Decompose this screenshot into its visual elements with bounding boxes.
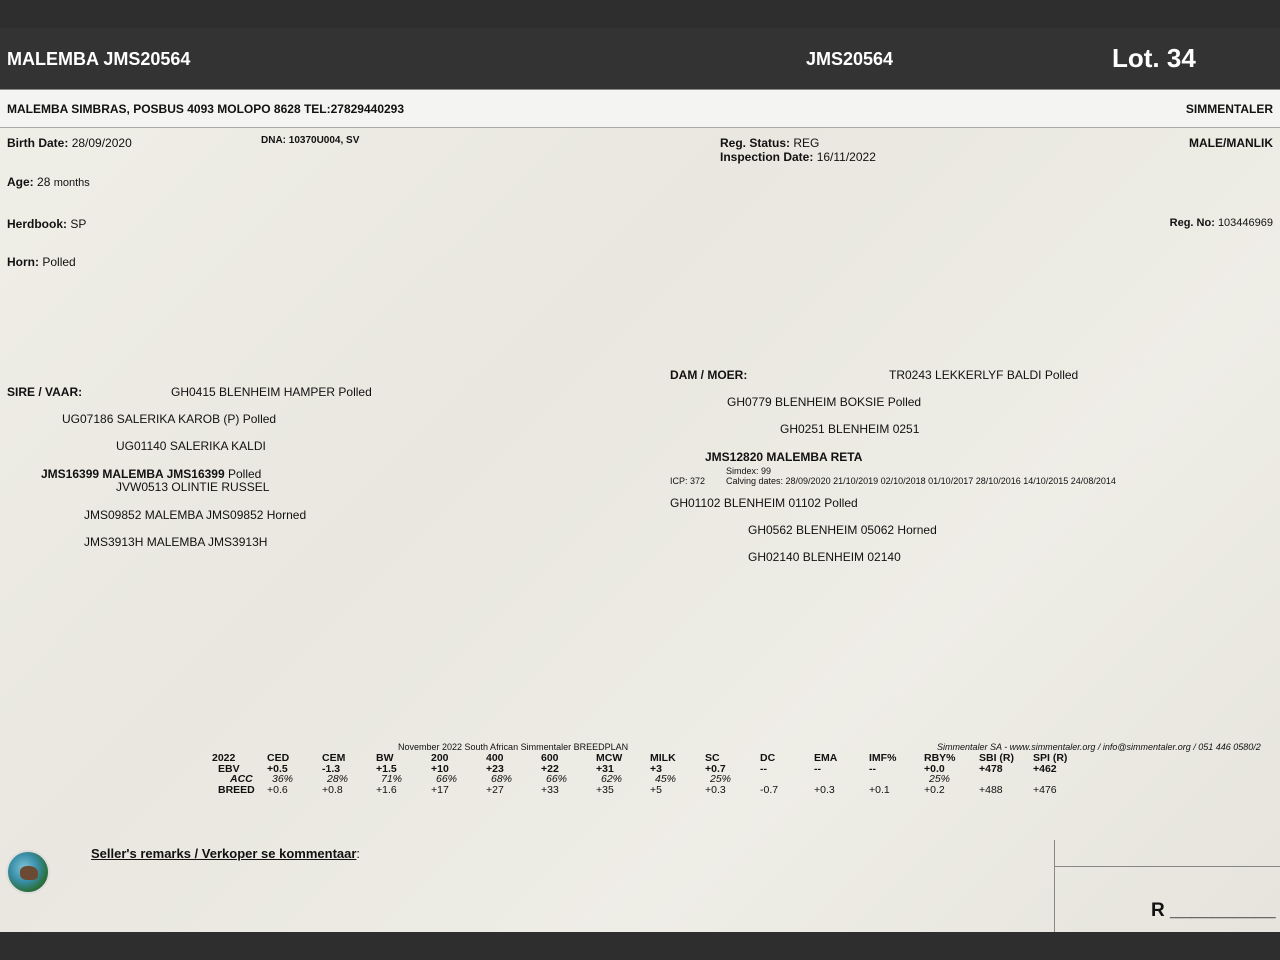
- dam-icp: ICP: 372: [670, 476, 706, 486]
- owner-bar: MALEMBA SIMBRAS, POSBUS 4093 MOLOPO 8628…: [0, 90, 1280, 128]
- sire-sire-dam: JVW0513 OLINTIE RUSSEL: [116, 480, 270, 494]
- dam-name: JMS12820 MALEMBA RETA: [705, 450, 863, 464]
- ebv-cell: +476: [1033, 784, 1057, 796]
- price-box: R __________: [1054, 840, 1280, 932]
- ebv-cell: +27: [486, 784, 504, 796]
- ebv-cell: +488: [979, 784, 1003, 796]
- sire-sire: UG07186 SALERIKA KAROB (P) Polled: [62, 412, 277, 426]
- dam-dam-dam: GH02140 BLENHEIM 02140: [748, 550, 901, 564]
- ebv-cell: -0.7: [760, 784, 779, 796]
- ebv-cell: +33: [541, 784, 559, 796]
- sire-name: GH0415 BLENHEIM HAMPER Polled: [171, 385, 372, 399]
- ebv-cell: +0.2: [924, 784, 945, 796]
- breed-name: SIMMENTALER: [1185, 102, 1273, 116]
- dna-info: DNA: 10370U004, SV: [261, 135, 360, 146]
- dam-dam-sire: GH0562 BLENHEIM 05062 Horned: [748, 523, 937, 537]
- sire-dam: JMS16399 MALEMBA JMS16399 Polled: [41, 467, 262, 481]
- dam-simdex: Simdex: 99: [726, 466, 772, 476]
- ebv-cell: +0.6: [267, 784, 288, 796]
- reg-number: Reg. No: 103446969: [1169, 217, 1273, 229]
- dam-label: DAM / MOER:: [670, 368, 748, 382]
- sire-dam-dam: JMS3913H MALEMBA JMS3913H: [84, 535, 268, 549]
- seller-remarks-label: Seller's remarks / Verkoper se kommentaa…: [91, 846, 361, 861]
- breedplan-source: Simmentaler SA - www.simmentaler.org / i…: [937, 742, 1261, 752]
- globe-cattle-logo-icon: [6, 850, 50, 894]
- sire-sire-sire: UG01140 SALERIKA KALDI: [116, 439, 266, 453]
- ebv-cell: +35: [596, 784, 614, 796]
- ebv-cell: +0.3: [705, 784, 726, 796]
- ebv-cell: +462: [1033, 763, 1057, 775]
- birth-date: Birth Date: 28/09/2020: [7, 136, 132, 150]
- sire-label: SIRE / VAAR:: [7, 385, 83, 399]
- animal-reg-id: JMS20564: [806, 49, 894, 69]
- inspection-date: Inspection Date: 16/11/2022: [720, 150, 876, 164]
- sire-dam-sire: JMS09852 MALEMBA JMS09852 Horned: [84, 508, 307, 522]
- ebv-cell: +0.1: [869, 784, 890, 796]
- ebv-cell: +0.3: [814, 784, 835, 796]
- age: Age: 28 months: [7, 175, 90, 189]
- dam-sire-sire: GH0779 BLENHEIM BOKSIE Polled: [727, 395, 922, 409]
- ebv-cell: --: [814, 763, 821, 775]
- ebv-cell: +17: [431, 784, 449, 796]
- animal-title: MALEMBA JMS20564: [7, 49, 191, 69]
- breedplan-caption: November 2022 South African Simmentaler …: [398, 742, 629, 752]
- ebv-cell: +0.8: [322, 784, 343, 796]
- dam-dam: GH01102 BLENHEIM 01102 Polled: [670, 496, 858, 510]
- sex: MALE/MANLIK: [1189, 136, 1273, 150]
- dam-sire: TR0243 LEKKERLYF BALDI Polled: [889, 368, 1079, 382]
- owner-address: MALEMBA SIMBRAS, POSBUS 4093 MOLOPO 8628…: [7, 102, 405, 116]
- lot-header: MALEMBA JMS20564 JMS20564 Lot. 34: [0, 28, 1280, 90]
- horn-status: Horn: Polled: [7, 255, 76, 269]
- herdbook: Herdbook: SP: [7, 217, 87, 231]
- price-box-divider: [1055, 866, 1280, 867]
- ebv-cell: --: [869, 763, 876, 775]
- ebv-cell: --: [760, 763, 767, 775]
- price-field[interactable]: R __________: [1151, 900, 1276, 922]
- reg-status: Reg. Status: REG: [720, 136, 820, 150]
- dam-sire-dam: GH0251 BLENHEIM 0251: [780, 422, 920, 436]
- lot-number: Lot. 34: [1112, 43, 1196, 73]
- ebv-cell: +5: [650, 784, 662, 796]
- ebv-row-label: BREED: [218, 784, 255, 796]
- lot-sheet: MALEMBA JMS20564 JMS20564 Lot. 34 MALEMB…: [0, 28, 1280, 932]
- ebv-cell: +1.6: [376, 784, 397, 796]
- ebv-cell: +478: [979, 763, 1003, 775]
- dam-calving-dates: Calving dates: 28/09/2020 21/10/2019 02/…: [726, 476, 1116, 486]
